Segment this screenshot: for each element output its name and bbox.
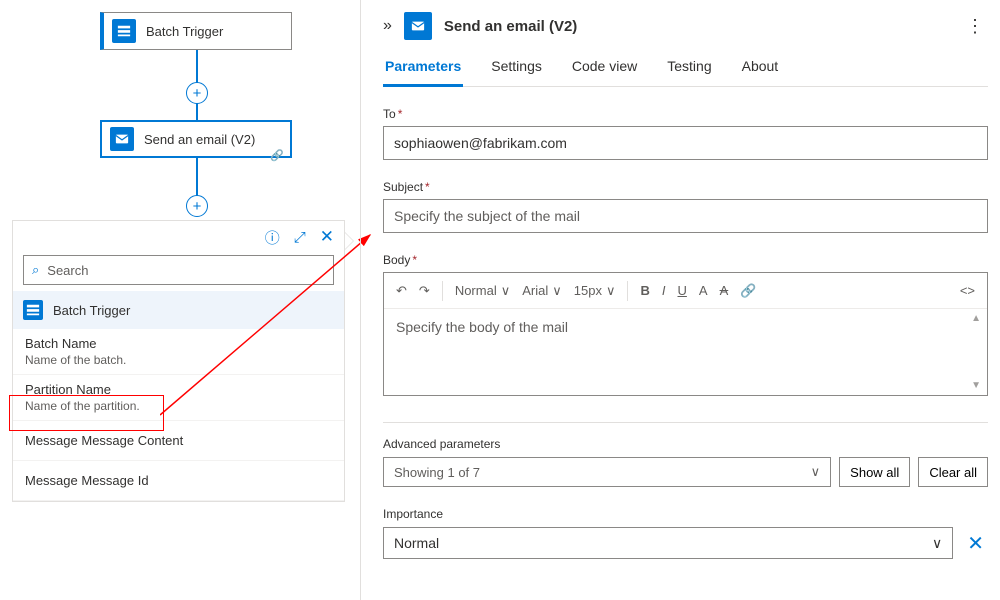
flow-node-batch-trigger[interactable]: Batch Trigger <box>100 12 292 50</box>
batch-trigger-icon <box>23 300 43 320</box>
info-icon[interactable]: ⓘ <box>265 227 280 248</box>
subject-label: Subject* <box>383 180 988 194</box>
italic-icon[interactable]: I <box>660 281 668 300</box>
importance-value: Normal <box>394 535 439 551</box>
code-view-icon[interactable]: <> <box>958 281 977 300</box>
token-item-title: Message Message Content <box>25 433 332 448</box>
rich-text-toolbar: ↶ ↷ Normal ∨ Arial ∨ 15px ∨ B I U A A 🔗 … <box>384 273 987 309</box>
picker-caret <box>345 232 354 250</box>
chevron-down-icon: ∨ <box>811 464 821 480</box>
token-item-title: Batch Name <box>25 336 332 351</box>
token-item-title: Partition Name <box>25 382 332 397</box>
close-icon[interactable]: ✕ <box>320 227 334 247</box>
highlight-icon[interactable]: A <box>718 281 731 300</box>
more-menu-icon[interactable]: ⋮ <box>962 16 988 37</box>
chevron-down-icon: ∨ <box>932 535 942 552</box>
advanced-params-value: Showing 1 of 7 <box>394 465 480 480</box>
token-search-input[interactable]: ⌕ Search <box>23 255 334 285</box>
tab-testing[interactable]: Testing <box>665 58 713 86</box>
chevron-down-icon: ∨ <box>606 283 616 299</box>
importance-label: Importance <box>383 507 988 521</box>
font-color-icon[interactable]: A <box>697 281 710 300</box>
clear-all-button[interactable]: Clear all <box>918 457 988 487</box>
body-placeholder: Specify the body of the mail <box>396 319 568 335</box>
action-details-panel: » Send an email (V2) ⋮ Parameters Settin… <box>360 0 1000 600</box>
to-label: To* <box>383 107 988 121</box>
outlook-icon <box>404 12 432 40</box>
section-divider <box>383 422 988 423</box>
expand-icon[interactable]: ⤢ <box>294 229 306 246</box>
advanced-params-dropdown[interactable]: Showing 1 of 7 ∨ <box>383 457 831 487</box>
chevron-down-icon: ∨ <box>552 283 562 299</box>
flow-node-label: Send an email (V2) <box>144 132 255 147</box>
add-step-button[interactable]: + <box>186 195 208 217</box>
outlook-icon <box>110 127 134 151</box>
size-dropdown[interactable]: 15px ∨ <box>572 281 618 301</box>
search-icon: ⌕ <box>32 262 39 278</box>
token-item-message-id[interactable]: Message Message Id <box>13 461 344 501</box>
token-picker-panel: ⓘ ⤢ ✕ ⌕ Search Batch Trigger Batch Name … <box>12 220 345 502</box>
token-item-sub: Name of the partition. <box>25 399 332 413</box>
token-item-sub: Name of the batch. <box>25 353 332 367</box>
add-step-button[interactable]: + <box>186 82 208 104</box>
tab-settings[interactable]: Settings <box>489 58 544 86</box>
search-placeholder: Search <box>47 263 88 278</box>
redo-icon[interactable]: ↷ <box>417 281 432 301</box>
scroll-up-icon[interactable]: ▲ <box>971 313 981 324</box>
font-dropdown[interactable]: Arial ∨ <box>520 281 564 301</box>
token-section-label: Batch Trigger <box>53 303 130 318</box>
link-icon[interactable]: 🔗 <box>738 281 758 301</box>
panel-tabs: Parameters Settings Code view Testing Ab… <box>383 58 988 87</box>
batch-trigger-icon <box>112 19 136 43</box>
chevron-down-icon: ∨ <box>501 283 511 299</box>
token-item-message-content[interactable]: Message Message Content <box>13 421 344 461</box>
to-input[interactable] <box>383 126 988 160</box>
collapse-panel-icon[interactable]: » <box>383 17 392 35</box>
underline-icon[interactable]: U <box>676 281 689 300</box>
remove-param-icon[interactable]: ✕ <box>963 531 988 556</box>
importance-dropdown[interactable]: Normal ∨ <box>383 527 953 559</box>
panel-title: Send an email (V2) <box>444 18 962 35</box>
workflow-canvas: Batch Trigger + Send an email (V2) 🔗 + <box>0 0 360 200</box>
tab-code-view[interactable]: Code view <box>570 58 639 86</box>
link-icon: 🔗 <box>270 149 284 162</box>
tab-parameters[interactable]: Parameters <box>383 58 463 87</box>
undo-icon[interactable]: ↶ <box>394 281 409 301</box>
flow-node-label: Batch Trigger <box>146 24 223 39</box>
flow-node-send-email[interactable]: Send an email (V2) 🔗 <box>100 120 292 158</box>
advanced-params-label: Advanced parameters <box>383 437 988 451</box>
show-all-button[interactable]: Show all <box>839 457 910 487</box>
body-label: Body* <box>383 253 988 267</box>
scroll-down-icon[interactable]: ▼ <box>971 380 981 391</box>
style-dropdown[interactable]: Normal ∨ <box>453 281 512 301</box>
tab-about[interactable]: About <box>740 58 781 86</box>
bold-icon[interactable]: B <box>638 281 651 300</box>
token-item-partition-name[interactable]: Partition Name Name of the partition. <box>13 375 344 421</box>
token-item-batch-name[interactable]: Batch Name Name of the batch. <box>13 329 344 375</box>
token-section-header[interactable]: Batch Trigger <box>13 291 344 329</box>
subject-input[interactable] <box>383 199 988 233</box>
token-item-title: Message Message Id <box>25 473 332 488</box>
body-editor: ↶ ↷ Normal ∨ Arial ∨ 15px ∨ B I U A A 🔗 … <box>383 272 988 396</box>
body-textarea[interactable]: Specify the body of the mail ▲ ▼ <box>384 309 987 395</box>
connector-line <box>196 158 198 198</box>
